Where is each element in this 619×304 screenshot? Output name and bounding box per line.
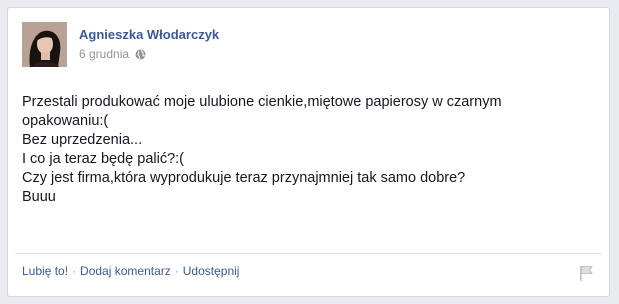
post-line: I co ja teraz będę palić?:( [22, 151, 185, 167]
share-link[interactable]: Udostępnij [183, 264, 240, 278]
post-line: Przestali produkować moje ulubione cienk… [22, 94, 502, 110]
post-header: Agnieszka Włodarczyk 6 grudnia [22, 22, 219, 72]
comment-link[interactable]: Dodaj komentarz [80, 264, 171, 278]
post-card: Agnieszka Włodarczyk 6 grudnia Przestali… [7, 7, 610, 297]
like-link[interactable]: Lubię to! [22, 264, 68, 278]
post-date[interactable]: 6 grudnia [79, 47, 129, 61]
globe-icon[interactable] [135, 49, 146, 60]
avatar[interactable] [22, 22, 67, 67]
action-separator: · [72, 264, 77, 278]
divider [15, 253, 602, 254]
post-line: Buuu [22, 189, 56, 205]
post-line: Czy jest firma,która wyprodukuje teraz p… [22, 170, 466, 186]
author-name[interactable]: Agnieszka Włodarczyk [79, 27, 219, 43]
post-line: Bez uprzedzenia... [22, 132, 143, 148]
post-meta: Agnieszka Włodarczyk 6 grudnia [79, 27, 219, 61]
post-body: Przestali produkować moje ulubione cienk… [22, 93, 592, 207]
post-line: opakowaniu:( [22, 113, 109, 129]
action-separator: · [174, 264, 179, 278]
post-subline: 6 grudnia [79, 47, 219, 61]
flag-icon[interactable] [577, 264, 595, 282]
post-actions: Lubię to! · Dodaj komentarz · Udostępnij [22, 264, 239, 278]
